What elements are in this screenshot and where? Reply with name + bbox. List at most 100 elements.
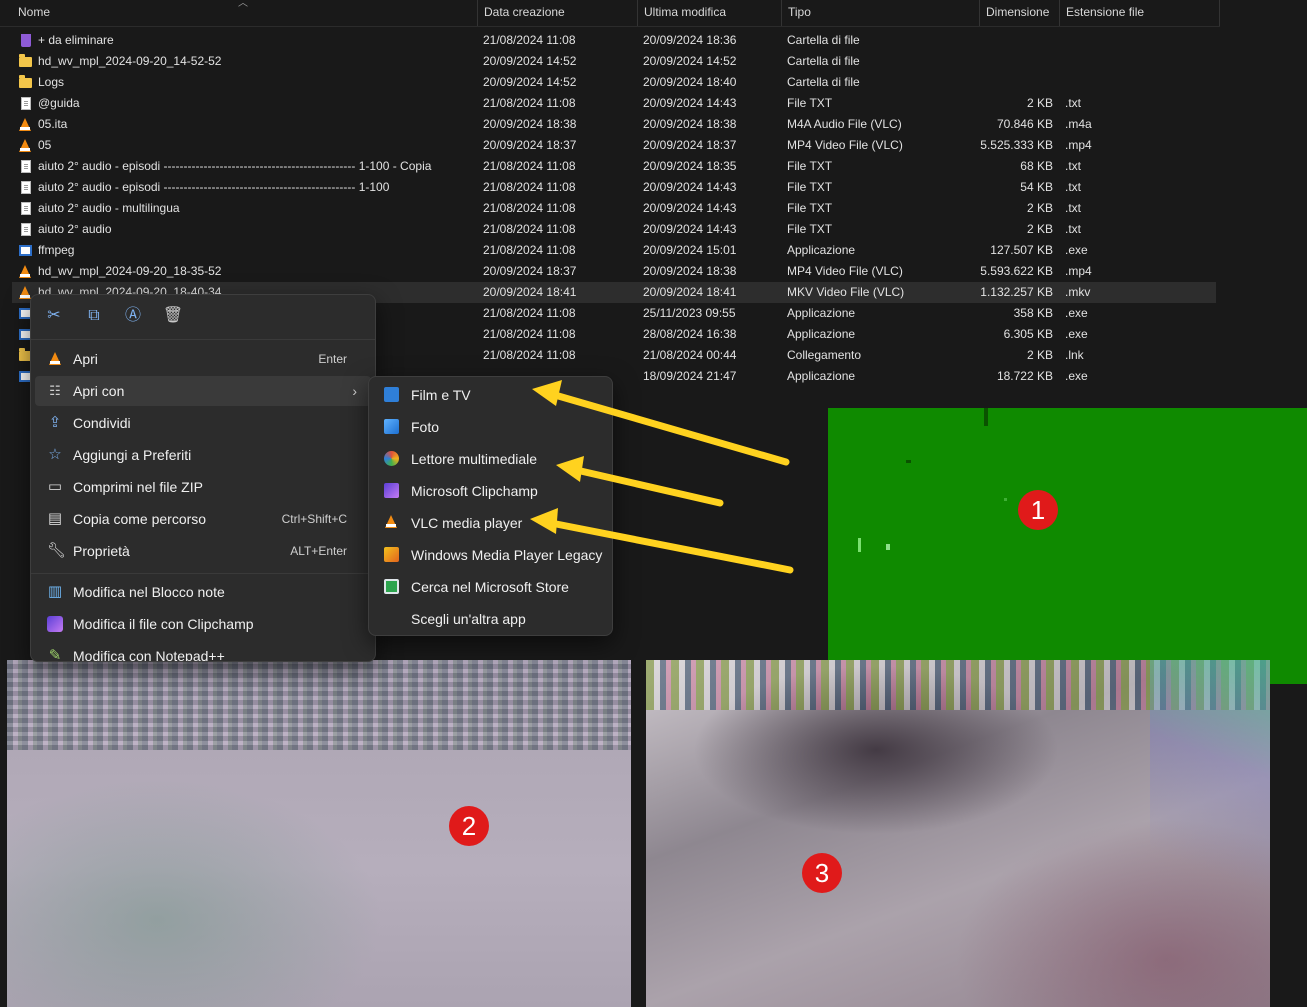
file-created: 21/08/2024 11:08 — [483, 327, 576, 341]
file-modified: 21/08/2024 00:44 — [643, 348, 737, 362]
menu-item-preferiti[interactable]: ☆ Aggiungi a Preferiti — [35, 440, 371, 470]
films-tv-icon — [384, 387, 399, 402]
file-modified: 20/09/2024 18:41 — [643, 285, 737, 299]
file-type: File TXT — [787, 222, 833, 236]
file-type: Applicazione — [787, 243, 856, 257]
menu-item-condividi[interactable]: ⇪ Condividi — [35, 408, 371, 438]
clipchamp-icon — [384, 483, 399, 498]
file-type: Applicazione — [787, 327, 856, 341]
file-name: aiuto 2° audio - episodi ---------------… — [38, 159, 432, 173]
menu-item-copia-percorso[interactable]: ▤ Copia come percorso Ctrl+Shift+C — [35, 504, 371, 534]
file-created: 21/08/2024 11:08 — [483, 348, 576, 362]
file-type: M4A Audio File (VLC) — [787, 117, 902, 131]
file-created: 21/08/2024 11:08 — [483, 201, 576, 215]
open-with-submenu: Film e TV Foto Lettore multimediale Micr… — [368, 376, 613, 636]
column-created[interactable]: Data creazione — [478, 0, 638, 26]
file-modified: 20/09/2024 14:43 — [643, 201, 737, 215]
submenu-item-vlc[interactable]: VLC media player — [373, 507, 608, 537]
file-size: 18.722 KB — [996, 369, 1053, 383]
submenu-item-store[interactable]: Cerca nel Microsoft Store — [373, 571, 608, 601]
file-row[interactable]: hd_wv_mpl_2024-09-20_14-52-52 20/09/2024 … — [12, 51, 1216, 72]
submenu-item-wmp-legacy[interactable]: Windows Media Player Legacy — [373, 539, 608, 569]
menu-item-clipchamp[interactable]: Modifica il file con Clipchamp — [35, 609, 371, 639]
column-modified[interactable]: Ultima modifica — [638, 0, 782, 26]
file-modified: 20/09/2024 18:38 — [643, 264, 737, 278]
file-row[interactable]: ffmpeg 21/08/2024 11:08 20/09/2024 15:01 Ap… — [12, 240, 1216, 261]
submenu-item-foto[interactable]: Foto — [373, 411, 608, 441]
menu-item-proprieta[interactable]: 🔧︎ Proprietà ALT+Enter — [35, 536, 371, 566]
file-row[interactable]: @guida 21/08/2024 11:08 20/09/2024 14:43 Fi… — [12, 93, 1216, 114]
cut-icon[interactable]: ✂ — [43, 305, 65, 327]
copy-path-icon: ▤ — [47, 510, 63, 527]
file-ext: .txt — [1065, 159, 1082, 173]
file-created: 20/09/2024 18:37 — [483, 138, 577, 152]
menu-item-apri[interactable]: Apri Enter — [35, 344, 371, 374]
file-row[interactable]: 05 20/09/2024 18:37 20/09/2024 18:37 MP4 Vi… — [12, 135, 1216, 156]
file-row[interactable]: + da eliminare 21/08/2024 11:08 20/09/2024… — [12, 30, 1216, 51]
file-name: 05 — [38, 138, 52, 152]
vlc-icon — [19, 118, 31, 131]
wrench-icon: 🔧︎ — [47, 542, 67, 559]
menu-item-blocco-note[interactable]: ▥ Modifica nel Blocco note — [35, 577, 371, 607]
file-name: @guida — [38, 96, 80, 110]
file-type: Cartella di file — [787, 75, 860, 89]
file-row[interactable]: aiuto 2° audio - episodi ---------------… — [12, 177, 1216, 198]
menu-item-notepadpp[interactable]: ✎ Modifica con Notepad++ — [35, 641, 371, 662]
file-size — [972, 72, 1053, 93]
file-type: File TXT — [787, 159, 833, 173]
file-row[interactable]: aiuto 2° audio - multilingua 21/08/2024 1… — [12, 198, 1216, 219]
open-with-icon: ☷ — [49, 383, 61, 398]
zip-icon: ▭ — [47, 478, 63, 495]
file-name: aiuto 2° audio - multilingua — [38, 201, 180, 215]
media-player-icon — [384, 451, 399, 466]
clipchamp-icon — [47, 616, 63, 632]
file-modified: 18/09/2024 21:47 — [643, 369, 737, 383]
file-size: 358 KB — [1013, 306, 1053, 320]
file-modified: 20/09/2024 18:37 — [643, 138, 737, 152]
file-created: 20/09/2024 14:52 — [483, 75, 577, 89]
file-ext: .exe — [1065, 369, 1088, 383]
file-type: Applicazione — [787, 369, 856, 383]
menu-item-zip[interactable]: ▭ Comprimi nel file ZIP — [35, 472, 371, 502]
column-type[interactable]: Tipo — [782, 0, 980, 26]
submenu-item-film-tv[interactable]: Film e TV — [373, 379, 608, 409]
text-file-icon — [21, 181, 31, 194]
file-row[interactable]: 05.ita 20/09/2024 18:38 20/09/2024 18:38 M4… — [12, 114, 1216, 135]
file-row[interactable]: aiuto 2° audio 21/08/2024 11:08 20/09/2024… — [12, 219, 1216, 240]
text-file-icon — [21, 202, 31, 215]
submenu-item-lettore-multimediale[interactable]: Lettore multimediale — [373, 443, 608, 473]
file-size: 2 KB — [1026, 96, 1053, 110]
rename-icon[interactable]: Ⓐ — [122, 305, 144, 327]
file-ext: .mkv — [1065, 285, 1091, 299]
notepad-icon: ▥ — [47, 583, 63, 600]
file-created: 20/09/2024 18:38 — [483, 117, 577, 131]
vlc-icon — [385, 515, 397, 528]
delete-icon[interactable]: 🗑 — [162, 305, 184, 327]
file-row[interactable]: aiuto 2° audio - episodi ---------------… — [12, 156, 1216, 177]
text-file-icon — [21, 97, 31, 110]
file-row[interactable]: hd_wv_mpl_2024-09-20_18-35-52 20/09/2024 … — [12, 261, 1216, 282]
menu-item-apri-con[interactable]: ☷ Apri con › — [35, 376, 371, 406]
file-ext: .mp4 — [1065, 264, 1092, 278]
file-created: 20/09/2024 18:41 — [483, 285, 577, 299]
submenu-item-altra-app[interactable]: Scegli un'altra app — [373, 603, 608, 633]
file-size — [972, 51, 1053, 72]
star-icon: ☆ — [48, 446, 62, 463]
file-ext — [1065, 72, 1215, 93]
vlc-icon — [49, 352, 61, 365]
file-size: 5.525.333 KB — [980, 138, 1053, 152]
file-modified: 25/11/2023 09:55 — [643, 306, 736, 320]
copy-icon[interactable]: ⧉ — [83, 305, 105, 327]
file-ext: .txt — [1065, 222, 1082, 236]
file-row[interactable]: Logs 20/09/2024 14:52 20/09/2024 18:40 Cart… — [12, 72, 1216, 93]
vlc-icon — [19, 139, 31, 152]
text-file-icon — [21, 160, 31, 173]
column-extension[interactable]: Estensione file — [1060, 0, 1220, 26]
column-size[interactable]: Dimensione — [980, 0, 1060, 26]
submenu-item-clipchamp[interactable]: Microsoft Clipchamp — [373, 475, 608, 505]
file-modified: 20/09/2024 18:35 — [643, 159, 737, 173]
column-header: Nome ︿ Data creazione Ultima modifica Ti… — [0, 0, 1220, 27]
file-type: MP4 Video File (VLC) — [787, 138, 903, 152]
file-modified: 20/09/2024 14:43 — [643, 222, 737, 236]
file-name: hd_wv_mpl_2024-09-20_18-35-52 — [38, 264, 222, 278]
